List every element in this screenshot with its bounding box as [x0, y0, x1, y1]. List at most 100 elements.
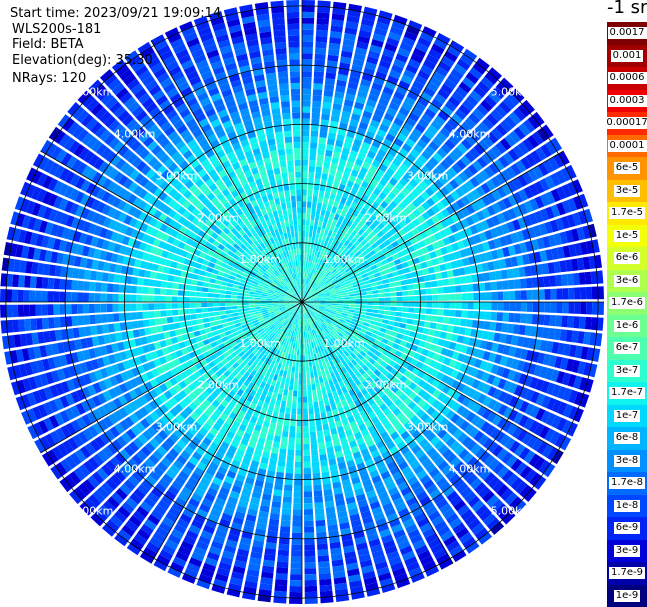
ppi-gate — [400, 317, 408, 324]
ppi-gate — [213, 288, 220, 294]
ppi-gate — [385, 329, 393, 336]
ppi-gate — [289, 71, 300, 78]
ppi-gate — [348, 307, 355, 310]
ppi-gate — [294, 159, 301, 166]
ppi-gate — [282, 430, 289, 438]
ppi-gate — [225, 294, 232, 299]
ppi-gate — [441, 324, 449, 332]
ppi-gate — [299, 325, 301, 332]
ppi-gate — [11, 304, 19, 318]
ppi-gate — [294, 467, 302, 474]
ppi-gate — [294, 231, 298, 238]
ppi-gate — [298, 378, 302, 385]
ppi-gate — [293, 491, 302, 498]
ppi-gate — [272, 210, 279, 218]
ppi-gate — [36, 318, 43, 330]
ppi-gate — [177, 290, 185, 296]
ppi-gate — [287, 231, 292, 239]
ppi-gate — [183, 296, 190, 302]
ppi-gate — [195, 297, 202, 302]
ppi-gate — [372, 305, 379, 310]
ppi-gate — [292, 124, 301, 131]
ppi-gate — [289, 360, 293, 367]
ppi-gate — [304, 591, 318, 599]
ppi-gate — [302, 384, 307, 391]
ppi-gate — [295, 444, 302, 450]
ppi-gate — [568, 302, 575, 314]
ppi-gate — [294, 378, 298, 385]
ppi-gate — [370, 316, 378, 322]
ppi-gate — [580, 302, 587, 315]
ppi-gate — [281, 107, 291, 114]
ppi-gate — [279, 89, 290, 96]
ppi-gate — [311, 461, 320, 468]
ppi-gate — [318, 442, 326, 450]
ppi-gate — [310, 213, 316, 220]
ppi-gate — [254, 306, 262, 310]
ppi-gate — [297, 219, 302, 226]
ppi-gate — [294, 225, 298, 232]
ppi-gate — [232, 284, 239, 289]
ppi-gate — [398, 328, 405, 334]
ppi-gate — [310, 142, 318, 149]
ppi-gate — [321, 107, 331, 115]
ppi-gate — [311, 106, 321, 114]
ppi-gate — [305, 231, 309, 238]
ppi-gate — [319, 578, 332, 586]
ppi-gate — [321, 203, 328, 211]
ppi-gate — [321, 221, 327, 229]
ppi-gate — [154, 287, 161, 295]
ppi-gate — [365, 312, 373, 317]
ppi-gate — [502, 312, 509, 322]
ppi-gate — [442, 316, 450, 324]
ppi-gate — [293, 384, 298, 391]
ppi-gate — [317, 148, 325, 156]
ppi-gate — [302, 361, 306, 368]
ppi-gate — [289, 580, 302, 587]
ppi-gate — [290, 562, 302, 569]
ppi-gate — [302, 130, 310, 137]
ppi-gate — [304, 544, 315, 551]
ppi-gate — [304, 337, 307, 344]
ppi-gate — [290, 82, 300, 90]
ppi-gate — [243, 293, 250, 297]
ppi-gate — [59, 291, 66, 302]
ppi-gate — [279, 160, 287, 168]
ppi-gate — [304, 585, 318, 593]
ppi-gate — [71, 292, 78, 302]
ppi-gate — [326, 144, 334, 152]
ppi-gate — [389, 315, 396, 321]
ppi-gate — [531, 314, 539, 325]
ppi-gate — [281, 172, 288, 180]
ppi-gate — [354, 310, 361, 314]
ppi-gate — [325, 303, 332, 305]
ppi-gate — [315, 47, 327, 55]
ppi-gate — [302, 396, 308, 403]
ppi-gate — [219, 310, 226, 315]
ppi-gate — [302, 88, 312, 95]
ppi-gate — [447, 325, 455, 333]
ppi-gate — [310, 372, 314, 379]
ppi-gate — [394, 316, 402, 322]
ppi-gate — [160, 310, 167, 317]
ppi-gate — [282, 118, 291, 126]
ppi-gate — [47, 277, 55, 289]
ppi-gate — [305, 360, 309, 367]
ppi-gate — [113, 274, 121, 283]
ppi-gate — [89, 314, 96, 325]
ppi-gate — [296, 201, 302, 208]
ppi-gate — [283, 232, 288, 240]
ppi-gate — [378, 306, 385, 310]
ppi-gate — [292, 112, 301, 119]
ppi-gate — [282, 178, 289, 185]
ppi-gate — [276, 567, 289, 574]
ppi-gate — [466, 319, 473, 328]
ppi-gate — [302, 207, 307, 214]
ppi-gate — [584, 316, 592, 330]
ppi-gate — [295, 171, 301, 178]
ppi-gate — [302, 343, 305, 350]
ppi-gate — [312, 231, 317, 239]
ppi-gate — [293, 497, 302, 504]
ppi-gate — [107, 273, 115, 283]
ppi-gate — [561, 315, 569, 328]
